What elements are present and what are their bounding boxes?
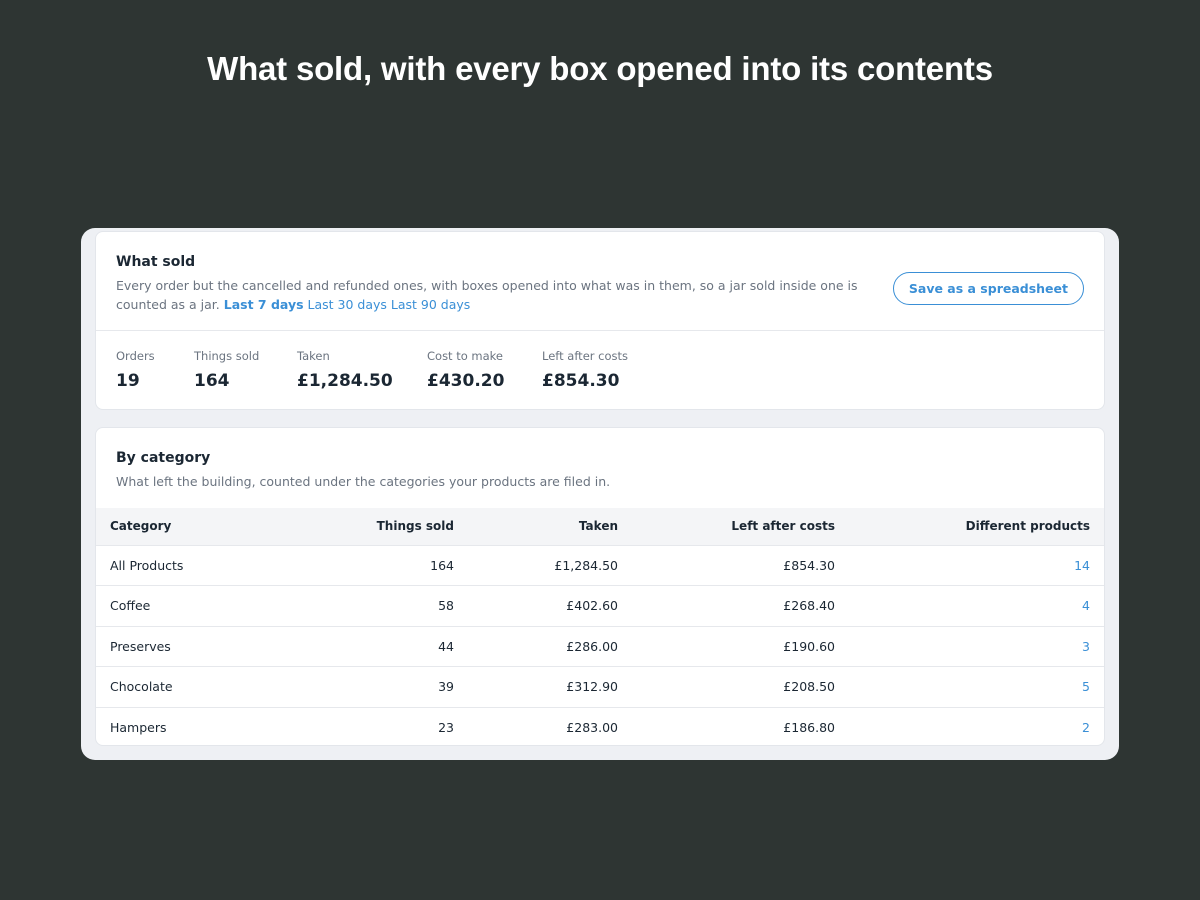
range-last-7-days[interactable]: Last 7 days xyxy=(224,297,304,312)
stat-taken: Taken £1,284.50 xyxy=(297,348,393,391)
column-header-different-products: Different products xyxy=(835,508,1104,546)
cell-left-after-costs: £190.60 xyxy=(618,626,835,667)
range-last-30-days[interactable]: Last 30 days xyxy=(308,297,387,312)
cell-category: Hampers xyxy=(110,720,167,735)
cell-taken: £1,284.50 xyxy=(454,545,618,586)
cell-left-after-costs: £208.50 xyxy=(618,666,835,708)
summary-card: What sold Every order but the cancelled … xyxy=(95,231,1105,410)
stat-cost-to-make: Cost to make £430.20 xyxy=(427,348,504,391)
cell-different-products-link[interactable]: 4 xyxy=(835,585,1104,627)
stat-things-sold-label: Things sold xyxy=(194,349,260,363)
cell-things-sold: 44 xyxy=(306,626,454,667)
cell-different-products-link[interactable]: 14 xyxy=(835,545,1104,586)
summary-header: What sold Every order but the cancelled … xyxy=(96,232,1104,314)
stat-taken-value: £1,284.50 xyxy=(297,371,393,391)
cell-left-after-costs: £854.30 xyxy=(618,545,835,586)
cell-different-products-link[interactable]: 2 xyxy=(835,707,1104,745)
stat-things-sold-value: 164 xyxy=(194,371,230,391)
table-row: Chocolate 39 £312.90 £208.50 5 xyxy=(96,666,1104,708)
category-title: By category xyxy=(116,450,211,466)
cell-taken: £283.00 xyxy=(566,720,618,735)
range-last-90-days[interactable]: Last 90 days xyxy=(391,297,470,312)
stat-orders-label: Orders xyxy=(116,349,155,363)
summary-title: What sold xyxy=(116,254,196,270)
stat-taken-label: Taken xyxy=(297,349,330,363)
column-header-category: Category xyxy=(96,508,306,546)
category-table: Category Things sold Taken Left after co… xyxy=(96,508,1104,745)
report-frame: What sold Every order but the cancelled … xyxy=(81,228,1119,760)
page-headline: What sold, with every box opened into it… xyxy=(207,50,993,87)
category-description: What left the building, counted under th… xyxy=(116,474,611,489)
cell-category: Coffee xyxy=(96,585,306,627)
stat-left-after-costs: Left after costs £854.30 xyxy=(542,348,628,391)
cell-taken: £402.60 xyxy=(454,585,618,627)
stat-things-sold: Things sold 164 xyxy=(194,348,259,391)
category-card: By category What left the building, coun… xyxy=(95,427,1105,746)
table-row: Preserves 44 £286.00 £190.60 3 xyxy=(96,626,1104,667)
cell-left-after-costs: £186.80 xyxy=(783,720,835,735)
stat-left-after-costs-value: £854.30 xyxy=(542,371,620,391)
cell-different-products-link[interactable]: 3 xyxy=(835,626,1104,667)
summary-divider xyxy=(96,330,1104,331)
cell-things-sold: 39 xyxy=(306,666,454,708)
cell-category: Preserves xyxy=(96,626,306,667)
table-row: Hampers 23 £283.00 £186.80 2 xyxy=(96,707,1104,745)
cell-taken: £286.00 xyxy=(454,626,618,667)
stat-orders-value: 19 xyxy=(116,371,140,391)
stat-cost-to-make-label: Cost to make xyxy=(427,349,503,363)
summary-description: Every order but the cancelled and refund… xyxy=(116,276,906,314)
table-row: All Products 164 £1,284.50 £854.30 14 xyxy=(96,545,1104,586)
cell-things-sold: 23 xyxy=(438,720,454,735)
column-header-taken: Taken xyxy=(454,508,618,546)
stat-left-after-costs-label: Left after costs xyxy=(542,349,629,363)
column-header-left-after-costs: Left after costs xyxy=(618,508,835,546)
category-table-header: Category Things sold Taken Left after co… xyxy=(96,508,1104,546)
cell-taken: £312.90 xyxy=(454,666,618,708)
category-header: By category What left the building, coun… xyxy=(96,428,1104,491)
cell-things-sold: 164 xyxy=(306,545,454,586)
cell-category: Chocolate xyxy=(96,666,306,708)
cell-category: All Products xyxy=(96,545,306,586)
stat-orders: Orders 19 xyxy=(116,348,155,391)
column-header-things-sold: Things sold xyxy=(306,508,454,546)
cell-things-sold: 58 xyxy=(306,585,454,627)
save-spreadsheet-button[interactable]: Save as a spreadsheet xyxy=(892,272,1084,305)
table-row: Coffee 58 £402.60 £268.40 4 xyxy=(96,585,1104,627)
cell-left-after-costs: £268.40 xyxy=(618,585,835,627)
stat-cost-to-make-value: £430.20 xyxy=(427,371,505,391)
cell-different-products-link[interactable]: 5 xyxy=(835,666,1104,708)
